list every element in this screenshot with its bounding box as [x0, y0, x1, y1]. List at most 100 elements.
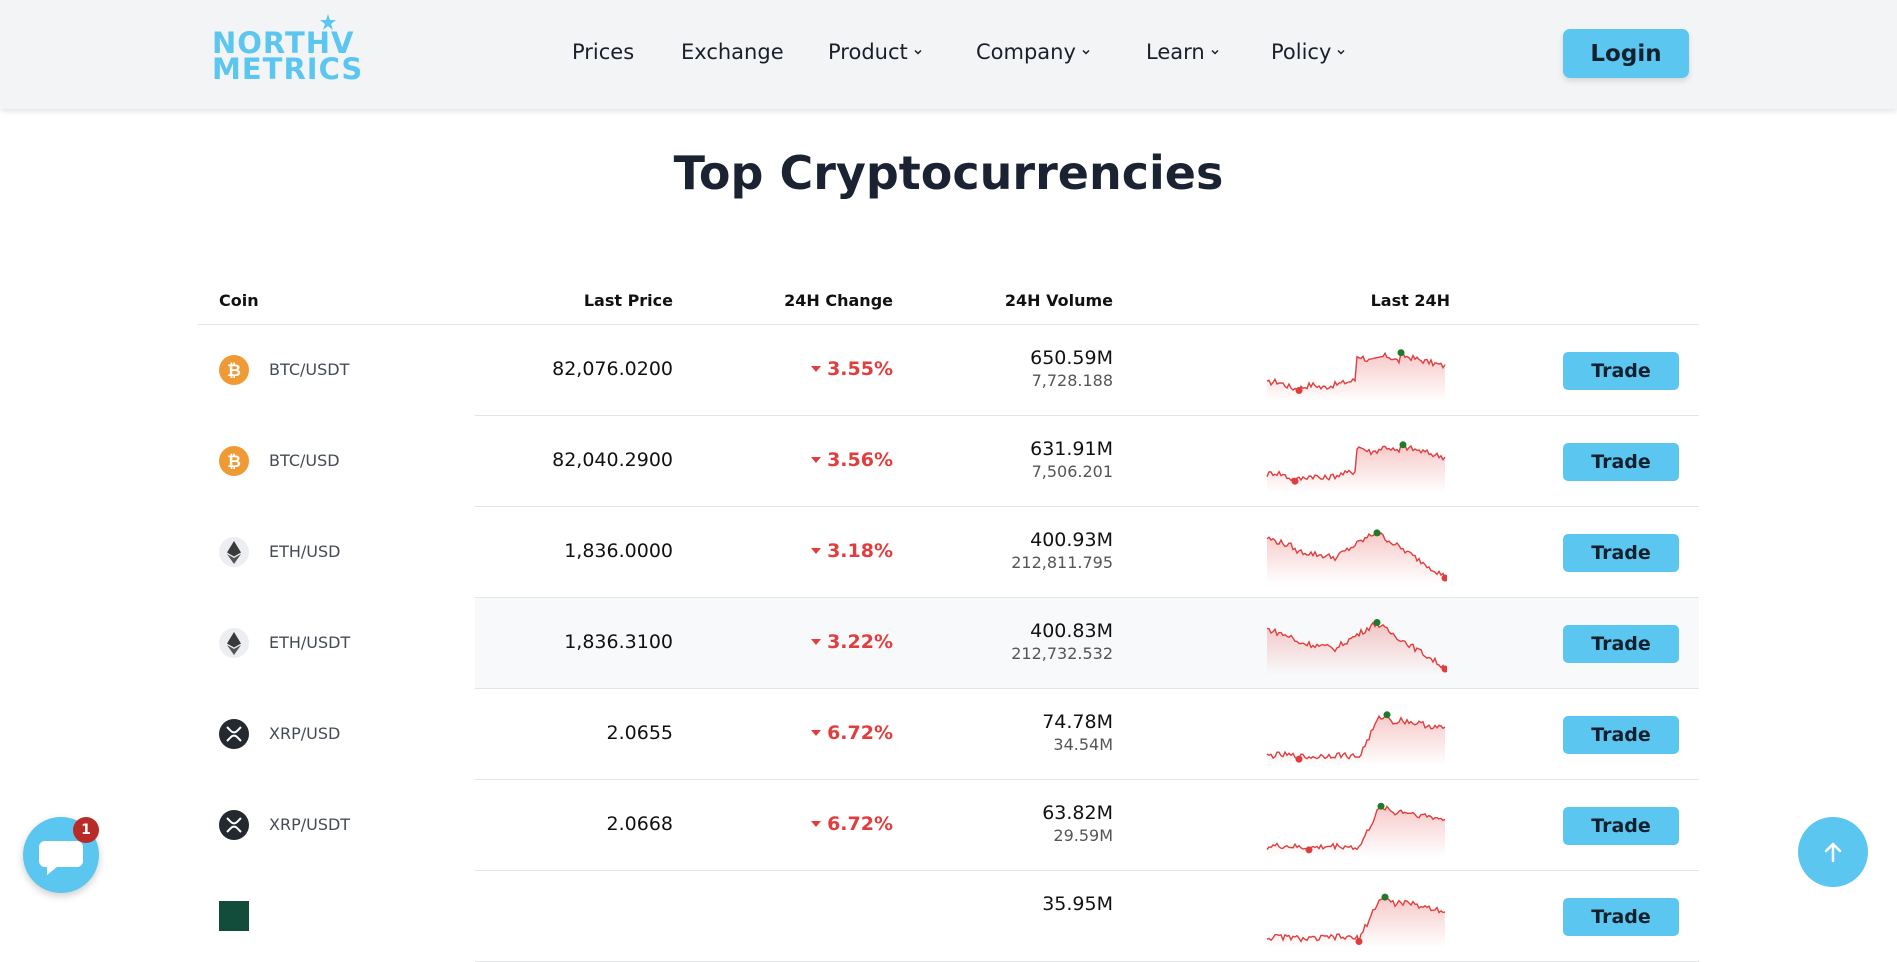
sparkline-high-marker: [1373, 619, 1381, 626]
col-24h-volume[interactable]: 24H Volume: [1005, 291, 1113, 310]
volume-cell: 650.59M 7,728.188: [1030, 347, 1113, 390]
change-cell: 6.72%: [811, 722, 893, 744]
pair-name[interactable]: XRP/USDT: [269, 815, 350, 834]
table-row[interactable]: ₿ BTC/USDT 82,076.0200 3.55% 650.59M 7,728.18…: [198, 325, 1699, 416]
trade-button[interactable]: Trade: [1563, 625, 1679, 663]
change-cell: 3.18%: [811, 540, 893, 562]
nav-policy[interactable]: Policy: [1271, 40, 1346, 64]
nav-label: Learn: [1146, 40, 1205, 64]
table-row[interactable]: ETH/USD 1,836.0000 3.18% 400.93M 212,811.795…: [198, 507, 1699, 598]
volume-cell: 400.83M 212,732.532: [1011, 620, 1113, 663]
last-price: 1,836.3100: [564, 631, 673, 653]
trade-button[interactable]: Trade: [1563, 443, 1679, 481]
nav-prices[interactable]: Prices: [572, 40, 634, 64]
change-cell: 3.22%: [811, 631, 893, 653]
sparkline-chart: [1265, 340, 1447, 402]
last-price: 2.0668: [606, 813, 673, 835]
table-header: Coin Last Price 24H Change 24H Volume La…: [198, 280, 1699, 325]
trade-button[interactable]: Trade: [1563, 352, 1679, 390]
last-price: 82,040.2900: [552, 449, 673, 471]
sparkline-chart: [1265, 431, 1447, 493]
nav-label: Company: [976, 40, 1076, 64]
login-button[interactable]: Login: [1563, 29, 1689, 78]
down-triangle-icon: [811, 366, 822, 372]
nav-company[interactable]: Company: [976, 40, 1091, 64]
volume-cell: 63.82M 29.59M: [1042, 802, 1113, 845]
star-icon: [320, 14, 336, 30]
trade-button[interactable]: Trade: [1563, 898, 1679, 936]
change-value: 3.18%: [827, 540, 893, 562]
bitcoin-icon: ₿: [219, 446, 249, 476]
volume-sub: 212,811.795: [1011, 553, 1113, 572]
trade-button[interactable]: Trade: [1563, 534, 1679, 572]
volume-value: 631.91M: [1030, 438, 1113, 460]
pair-name[interactable]: ETH/USD: [269, 542, 341, 561]
sparkline-high-marker: [1381, 893, 1389, 901]
volume-sub: 29.59M: [1053, 826, 1113, 845]
pair-name[interactable]: BTC/USDT: [269, 360, 349, 379]
page-title: Top Cryptocurrencies: [673, 146, 1224, 200]
change-value: 6.72%: [827, 813, 893, 835]
table-row[interactable]: ETH/USDT 1,836.3100 3.22% 400.83M 212,732.53…: [198, 598, 1699, 689]
xrp-icon: [219, 719, 249, 749]
chevron-down-icon: [1211, 49, 1219, 55]
volume-value: 400.93M: [1030, 529, 1113, 551]
last-price: 1,836.0000: [564, 540, 673, 562]
table-row[interactable]: 35.95M Trade: [198, 871, 1699, 962]
volume-cell: 74.78M 34.54M: [1042, 711, 1113, 754]
sparkline-chart: [1265, 886, 1447, 948]
nav-exchange[interactable]: Exchange: [681, 40, 784, 64]
last-price: 2.0655: [606, 722, 673, 744]
scroll-to-top-button[interactable]: [1798, 817, 1868, 887]
down-triangle-icon: [811, 548, 822, 554]
trade-button[interactable]: Trade: [1563, 716, 1679, 754]
change-value: 6.72%: [827, 722, 893, 744]
pair-name[interactable]: ETH/USDT: [269, 633, 350, 652]
sparkline-chart: [1265, 522, 1449, 584]
down-triangle-icon: [811, 457, 822, 463]
northv-metrics-logo[interactable]: NORTHV METRICS: [212, 14, 362, 86]
change-cell: 3.55%: [811, 358, 893, 380]
logo-line-2: METRICS: [212, 52, 364, 86]
sparkline-high-marker: [1373, 529, 1381, 537]
col-coin[interactable]: Coin: [219, 291, 259, 310]
chevron-down-icon: [914, 49, 922, 55]
col-24h-change[interactable]: 24H Change: [784, 291, 893, 310]
coin-icon: [219, 901, 249, 931]
sparkline-chart: [1265, 704, 1447, 766]
table-row[interactable]: ₿ BTC/USD 82,040.2900 3.56% 631.91M 7,506.201…: [198, 416, 1699, 507]
pair-name[interactable]: XRP/USD: [269, 724, 340, 743]
sparkline-high-marker: [1383, 711, 1391, 719]
nav-label: Prices: [572, 40, 635, 64]
trade-button[interactable]: Trade: [1563, 807, 1679, 845]
volume-value: 74.78M: [1042, 711, 1113, 733]
crypto-table: Coin Last Price 24H Change 24H Volume La…: [198, 280, 1699, 962]
chevron-down-icon: [1337, 49, 1345, 55]
col-last-price[interactable]: Last Price: [584, 291, 673, 310]
nav-learn[interactable]: Learn: [1146, 40, 1220, 64]
change-cell: 6.72%: [811, 813, 893, 835]
chevron-down-icon: [1082, 49, 1090, 55]
arrow-up-icon: [1824, 842, 1842, 863]
table-body: ₿ BTC/USDT 82,076.0200 3.55% 650.59M 7,728.18…: [198, 325, 1699, 962]
table-row[interactable]: XRP/USDT 2.0668 6.72% 63.82M 29.59M Trade: [198, 780, 1699, 871]
nav-product[interactable]: Product: [828, 40, 923, 64]
svg-text:₿: ₿: [227, 452, 241, 472]
nav-label: Product: [828, 40, 908, 64]
sparkline-chart: [1265, 613, 1449, 675]
volume-sub: 7,728.188: [1031, 371, 1113, 390]
sparkline-low-marker: [1295, 387, 1303, 394]
change-value: 3.55%: [827, 358, 893, 380]
volume-cell: 400.93M 212,811.795: [1011, 529, 1113, 572]
ethereum-icon: [219, 537, 249, 567]
pair-name[interactable]: BTC/USD: [269, 451, 340, 470]
nav-label: Exchange: [681, 40, 784, 64]
table-row[interactable]: XRP/USD 2.0655 6.72% 74.78M 34.54M Trade: [198, 689, 1699, 780]
volume-cell: 35.95M: [1042, 893, 1113, 917]
xrp-icon: [219, 810, 249, 840]
volume-value: 400.83M: [1030, 620, 1113, 642]
sparkline-high-marker: [1397, 349, 1405, 357]
last-price: 82,076.0200: [552, 358, 673, 380]
volume-sub: 34.54M: [1053, 735, 1113, 754]
ethereum-icon: [219, 628, 249, 658]
